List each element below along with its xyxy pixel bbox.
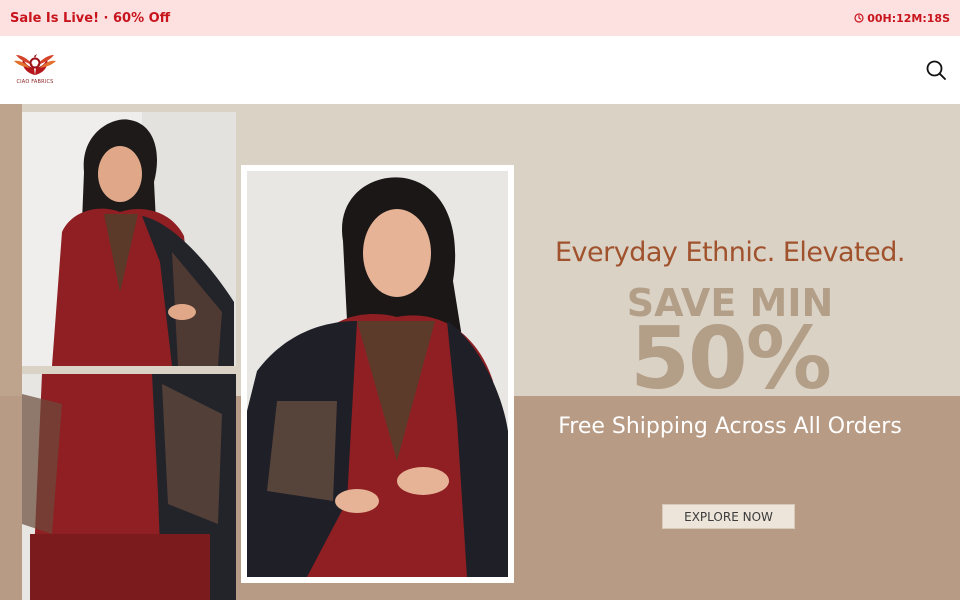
phoenix-logo-icon [14, 54, 56, 75]
discount-percent: 50% [630, 309, 832, 409]
free-shipping-text: Free Shipping Across All Orders [558, 414, 902, 439]
brand-logo[interactable]: CIAO FABRICS [12, 49, 58, 91]
featured-photo-frame [247, 171, 508, 577]
site-header: CIAO FABRICS [0, 36, 960, 104]
model-photo-bottom [22, 374, 236, 600]
sale-announcement[interactable]: Sale Is Live! · 60% Off [10, 11, 170, 26]
search-button[interactable] [924, 58, 948, 82]
explore-now-button[interactable]: EXPLORE NOW [662, 504, 795, 529]
model-photo-top [22, 112, 236, 366]
hero-tagline: Everyday Ethnic. Elevated. [555, 237, 905, 268]
search-icon [926, 60, 946, 80]
hero-banner[interactable]: Everyday Ethnic. Elevated. SAVE MIN 50% … [0, 104, 960, 600]
countdown-timer: 00H:12M:18S [854, 12, 950, 25]
featured-model-photo [241, 165, 514, 583]
announcement-bar: Sale Is Live! · 60% Off 00H:12M:18S [0, 0, 960, 36]
logo-text: CIAO FABRICS [16, 79, 54, 85]
clock-icon [854, 13, 864, 23]
countdown-value: 00H:12M:18S [867, 11, 950, 25]
